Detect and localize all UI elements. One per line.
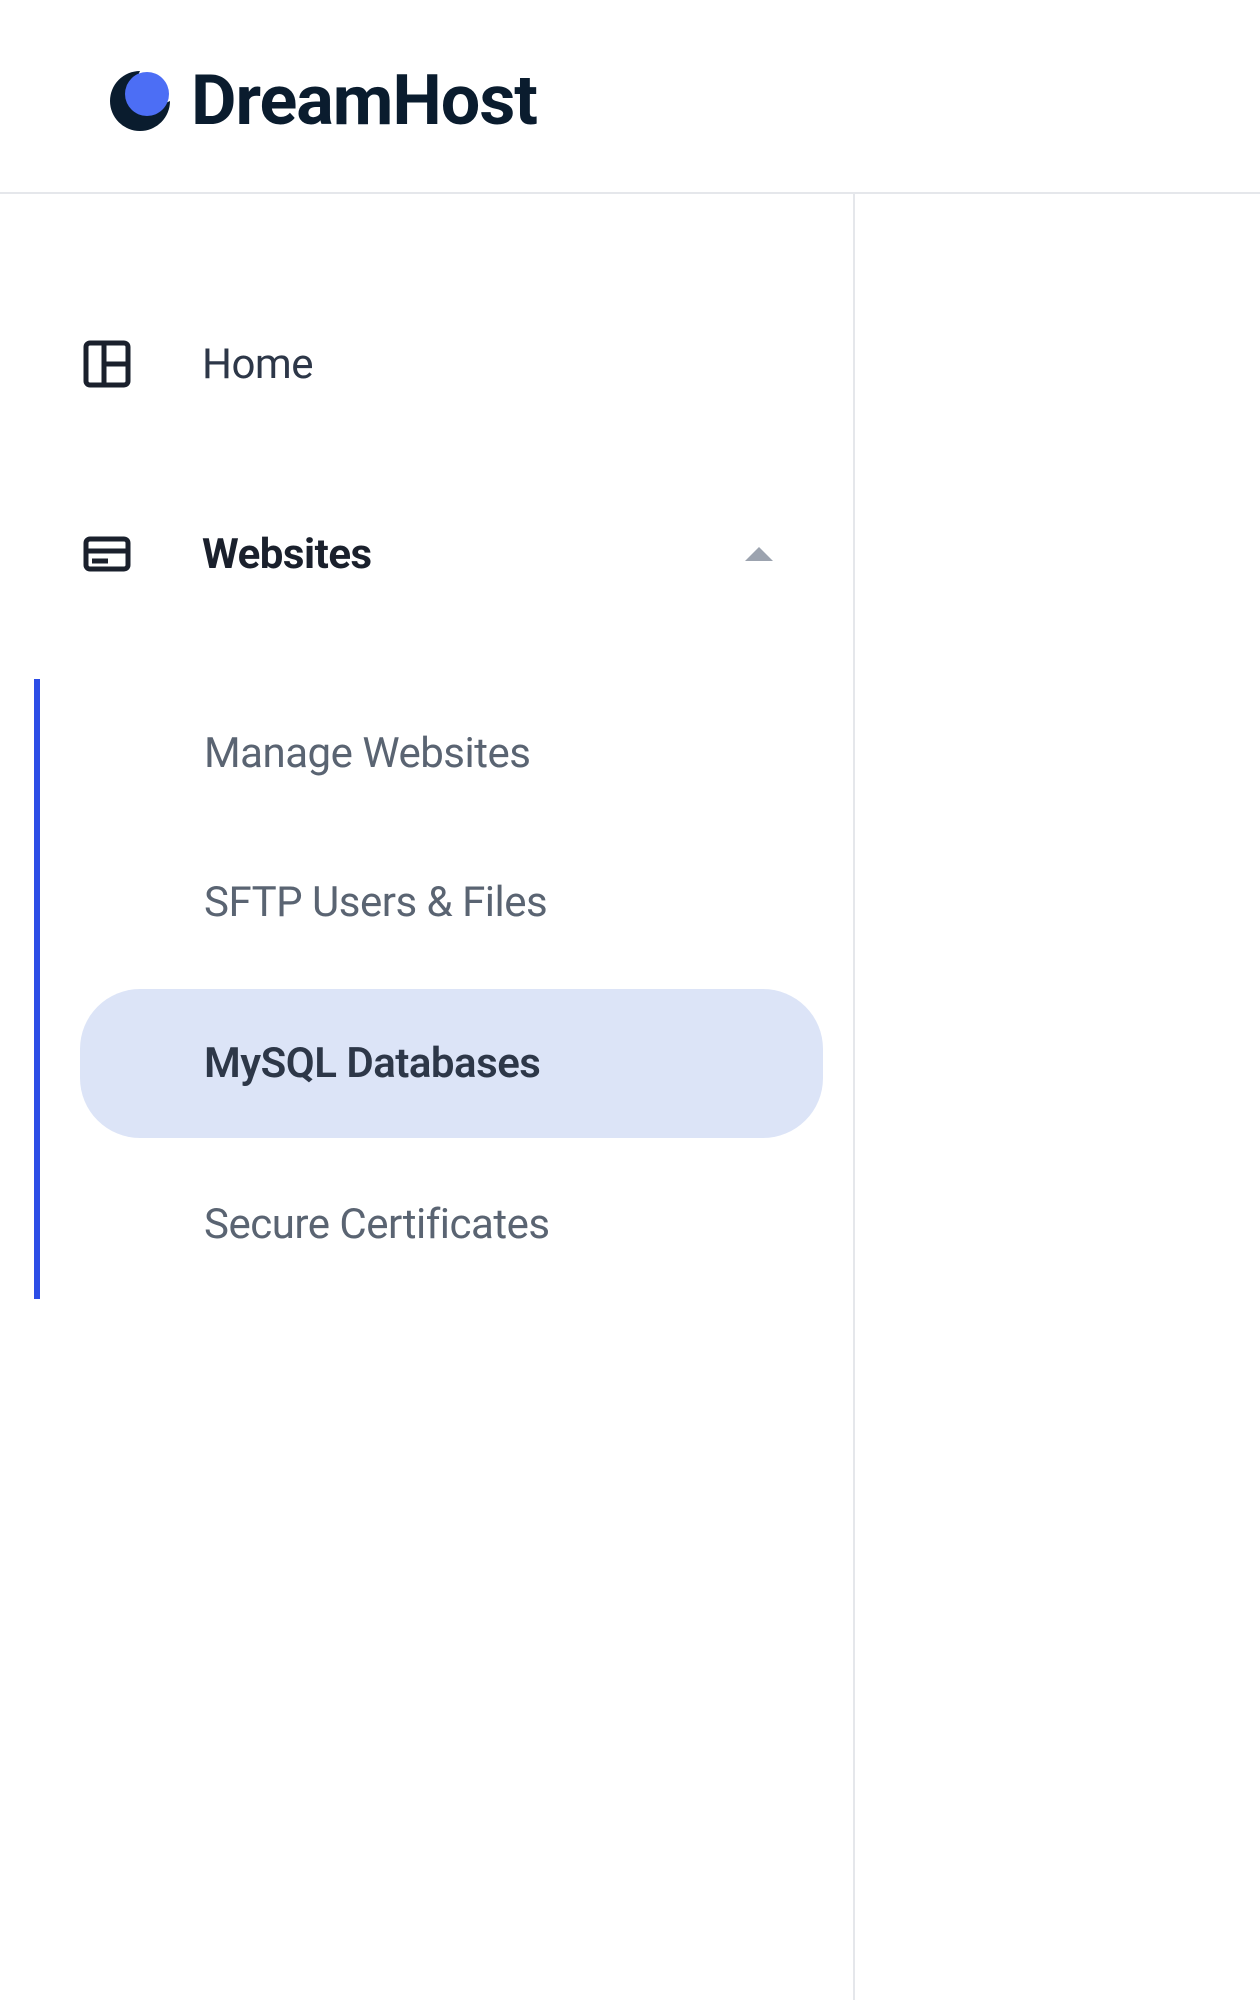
brand-name: DreamHost: [191, 60, 537, 142]
nav-websites-label: Websites: [202, 530, 372, 579]
nav-item-home[interactable]: Home: [0, 304, 853, 424]
sub-item-label: Secure Certificates: [204, 1200, 550, 1249]
websites-icon: [82, 529, 132, 579]
sub-item-label: SFTP Users & Files: [204, 878, 547, 927]
sidebar: Home Websites Manage Websites SFTP Users…: [0, 194, 855, 2000]
header: DreamHost: [0, 0, 1260, 194]
home-icon: [82, 339, 132, 389]
sub-item-label: Manage Websites: [204, 729, 530, 778]
sub-item-secure-certificates[interactable]: Secure Certificates: [0, 1150, 853, 1299]
sub-item-manage-websites[interactable]: Manage Websites: [0, 679, 853, 828]
websites-sub-items: Manage Websites SFTP Users & Files MySQL…: [0, 679, 853, 1299]
nav-home-label: Home: [202, 340, 313, 389]
dreamhost-logo-icon: [105, 66, 175, 136]
brand-logo[interactable]: DreamHost: [105, 60, 1260, 142]
nav-item-websites[interactable]: Websites: [0, 494, 853, 614]
sub-item-sftp-users-files[interactable]: SFTP Users & Files: [0, 828, 853, 977]
sub-item-mysql-databases[interactable]: MySQL Databases: [80, 989, 823, 1138]
sub-item-label: MySQL Databases: [204, 1039, 540, 1088]
chevron-up-icon: [745, 547, 773, 561]
